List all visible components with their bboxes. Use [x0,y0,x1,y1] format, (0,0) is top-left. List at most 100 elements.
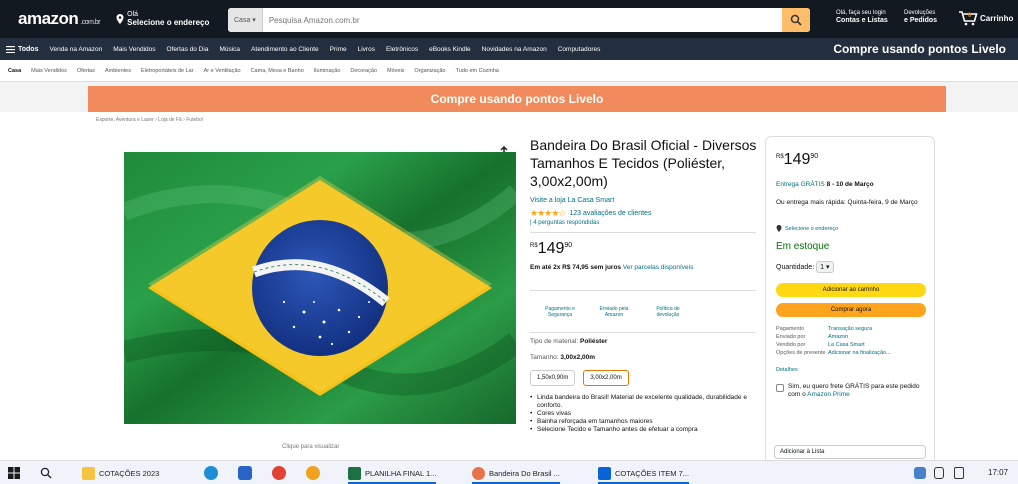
info-key: Opções de presente [776,350,826,356]
size-option-selected[interactable]: 3,00x2,00m [583,370,629,386]
taskbar-folder-label: COTAÇÕES 2023 [99,468,160,478]
delivery-date: 8 - 10 de Março [826,181,874,188]
edge-icon[interactable] [204,466,218,480]
subnav-item[interactable]: Cama, Mesa e Banho [251,68,304,74]
details-link[interactable]: Detalhes [776,367,798,373]
quantity-label: Quantidade: [776,263,815,271]
chrome-profile-icon[interactable] [306,466,320,480]
info-value[interactable]: Amazon [828,333,848,341]
add-to-list-button[interactable]: Adicionar à Lista [774,445,926,459]
cart-button[interactable]: 0 Carrinho [958,10,1013,26]
taskbar-chrome-bandeira[interactable]: Bandeira Do Brasil ... [472,465,560,484]
taskbar-outlook-cotacoes[interactable]: COTAÇÕES ITEM 7... [598,465,690,484]
nav-item[interactable]: Livros [358,46,375,53]
seller-info-row: Pagamento Transação segura [776,325,928,333]
category-subnav: Casa Mais Vendidos Ofertas Ambientes Ele… [0,60,1018,82]
badge-payment-security[interactable]: Pagamento e Segurança [538,306,582,318]
feature-bullets: Linda bandeira do Brasil! Material de ex… [530,394,760,434]
nav-item[interactable]: Novidades na Amazon [482,46,547,53]
battery-icon[interactable] [934,467,944,479]
installments-link[interactable]: Ver parcelas disponíveis [623,264,693,271]
logo-text: amazon [18,9,79,28]
nav-item[interactable]: Computadores [558,46,601,53]
nav-item[interactable]: Música [219,46,240,53]
subnav-item[interactable]: Eletroportáteis de Lar [141,68,194,74]
seller-info-row: Vendido por La Casa Smart [776,341,928,349]
buy-now-button[interactable]: Comprar agora [776,303,926,317]
subnav-item[interactable]: Organização [414,68,445,74]
subnav-item[interactable]: Mais Vendidos [31,68,67,74]
subnav-item[interactable]: Casa [8,68,21,74]
search-button[interactable] [782,8,810,32]
windows-start-icon[interactable] [8,467,20,479]
size-attribute: Tamanho: 3,00x2,00m [530,354,595,361]
chrome-icon[interactable] [272,466,286,480]
feature-bullet: Cores vivas [530,410,760,418]
seller-info-table: Pagamento Transação segura Enviado por Ama… [776,325,928,357]
prime-link[interactable]: Amazon Prime [807,391,850,398]
system-clock[interactable]: 17:07 [988,468,1008,477]
divider [530,332,756,333]
orders-label: e Pedidos [904,17,938,24]
search-icon[interactable] [40,467,52,479]
outlook-icon [598,466,611,480]
account-menu[interactable]: Olá, faça seu login Contas e Listas [836,9,888,25]
subnav-item[interactable]: Ar e Ventilação [204,68,241,74]
amazon-logo[interactable]: amazon .com.br [18,9,101,29]
nav-item[interactable]: Mais Vendidos [113,46,155,53]
free-delivery-link[interactable]: Entrega GRÁTIS [776,181,825,188]
search-input[interactable] [262,8,782,32]
taskbar-folder-cotacoes[interactable]: COTAÇÕES 2023 [82,465,159,481]
info-value[interactable]: Adicionar na finalização... [828,349,891,357]
nav-all-menu[interactable]: Todos [6,45,38,53]
subnav-item[interactable]: Decoração [350,68,377,74]
nav-promo-livelo[interactable]: Compre usando pontos Livelo [833,42,1006,56]
quantity-dropdown[interactable]: 1 ▾ [816,261,834,273]
livelo-banner[interactable]: Compre usando pontos Livelo [88,86,946,112]
search-bar: Casa ▾ [228,8,810,32]
select-address-link[interactable]: Selecione o endereço [776,225,838,232]
search-category-select[interactable]: Casa ▾ [228,8,263,32]
subnav-item[interactable]: Ofertas [77,68,95,74]
account-greeting: Olá, faça seu login [836,10,886,16]
add-to-cart-button[interactable]: Adicionar ao carrinho [776,283,926,297]
taskbar-excel-planilha[interactable]: PLANILHA FINAL 1... [348,465,437,484]
location-selector[interactable]: Olá Selecione o endereço [116,11,209,27]
prime-checkbox[interactable] [776,384,784,392]
star-rating-icon[interactable]: ★★★★☆ [530,208,566,219]
price-cents: 90 [564,242,573,249]
network-icon[interactable] [914,467,926,479]
prime-free-shipping-option[interactable]: Sim, eu quero frete GRÁTIS para este ped… [776,383,930,399]
store-link[interactable]: Visite a loja La Casa Smart [530,197,614,204]
buybox-price-currency: R$ [776,154,784,160]
fast-delivery: Ou entrega mais rápida: Quinta-feira, 9 … [776,199,918,206]
nav-item[interactable]: Eletrônicos [386,46,418,53]
info-value[interactable]: Transação segura [828,325,872,333]
info-value[interactable]: La Casa Smart [828,341,865,349]
orders-link[interactable]: Devoluções e Pedidos [904,9,937,25]
subnav-item[interactable]: Iluminação [314,68,341,74]
subnav-item[interactable]: Móveis [387,68,404,74]
breadcrumb[interactable]: Esporte, Aventura e Lazer › Loja de Fã ›… [96,117,203,123]
quantity-selector[interactable]: Quantidade: 1 ▾ [776,261,834,273]
badge-return-policy[interactable]: Política de devolução [646,306,690,318]
reviews-link[interactable]: 123 avaliações de clientes [569,210,651,217]
product-image-brazil-flag[interactable] [124,152,516,424]
size-option[interactable]: 1,50x0,90m [530,370,576,386]
answered-questions-link[interactable]: | 4 perguntas respondidas [530,220,599,226]
select-address-label: Selecione o endereço [785,225,839,232]
account-label: Contas e Listas [836,17,888,24]
nav-item[interactable]: Prime [330,46,347,53]
nav-item[interactable]: Venda na Amazon [49,46,102,53]
store-icon[interactable] [238,466,252,480]
subnav-item[interactable]: Ambientes [105,68,131,74]
nav-item[interactable]: Atendimento ao Cliente [251,46,319,53]
price-whole: 149 [537,240,565,257]
nav-item[interactable]: eBooks Kindle [429,46,471,53]
volume-icon[interactable] [954,467,964,479]
subnav-item[interactable]: Tudo em Cozinha [456,68,499,74]
nav-item[interactable]: Ofertas do Dia [167,46,209,53]
size-label: Tamanho: [530,354,559,361]
divider [530,290,756,291]
badge-shipped-by-amazon[interactable]: Enviado pela Amazon [592,306,636,318]
